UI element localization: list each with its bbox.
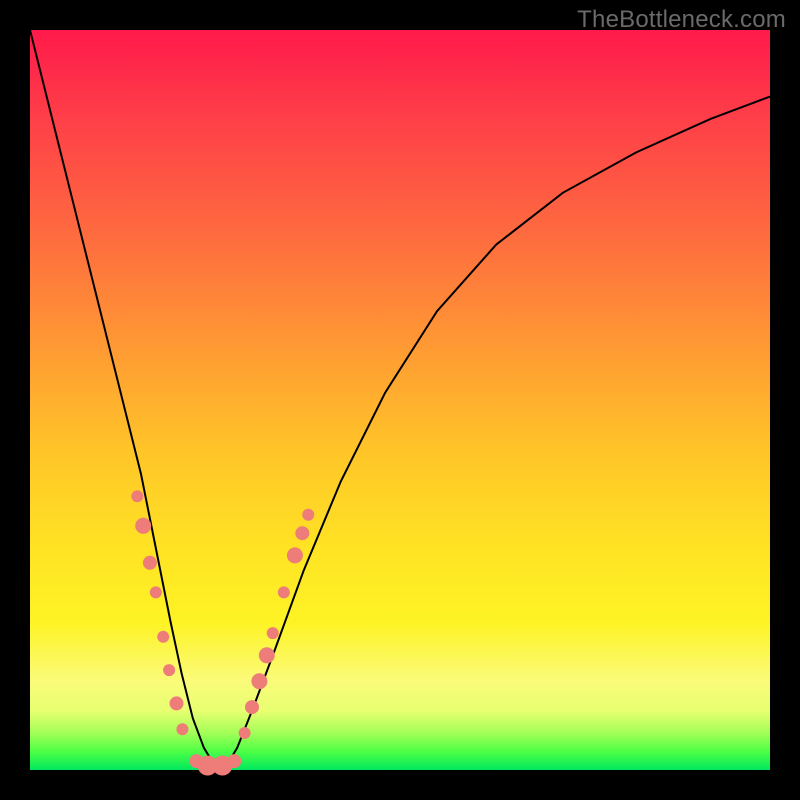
data-marker xyxy=(170,696,184,710)
data-marker xyxy=(150,586,162,598)
data-marker xyxy=(157,631,169,643)
data-marker xyxy=(131,490,143,502)
chart-frame: TheBottleneck.com xyxy=(0,0,800,800)
chart-svg xyxy=(30,30,770,770)
data-marker xyxy=(245,700,259,714)
plot-area xyxy=(30,30,770,770)
data-marker xyxy=(267,627,279,639)
data-marker xyxy=(163,664,175,676)
data-marker xyxy=(135,518,151,534)
data-marker xyxy=(176,723,188,735)
data-marker xyxy=(295,526,309,540)
data-marker xyxy=(143,556,157,570)
data-marker xyxy=(278,586,290,598)
data-marker xyxy=(227,754,241,768)
marker-group xyxy=(131,490,314,775)
data-marker xyxy=(302,509,314,521)
bottleneck-curve xyxy=(30,30,770,766)
data-marker xyxy=(287,547,303,563)
data-marker xyxy=(251,673,267,689)
data-marker xyxy=(239,727,251,739)
data-marker xyxy=(259,647,275,663)
